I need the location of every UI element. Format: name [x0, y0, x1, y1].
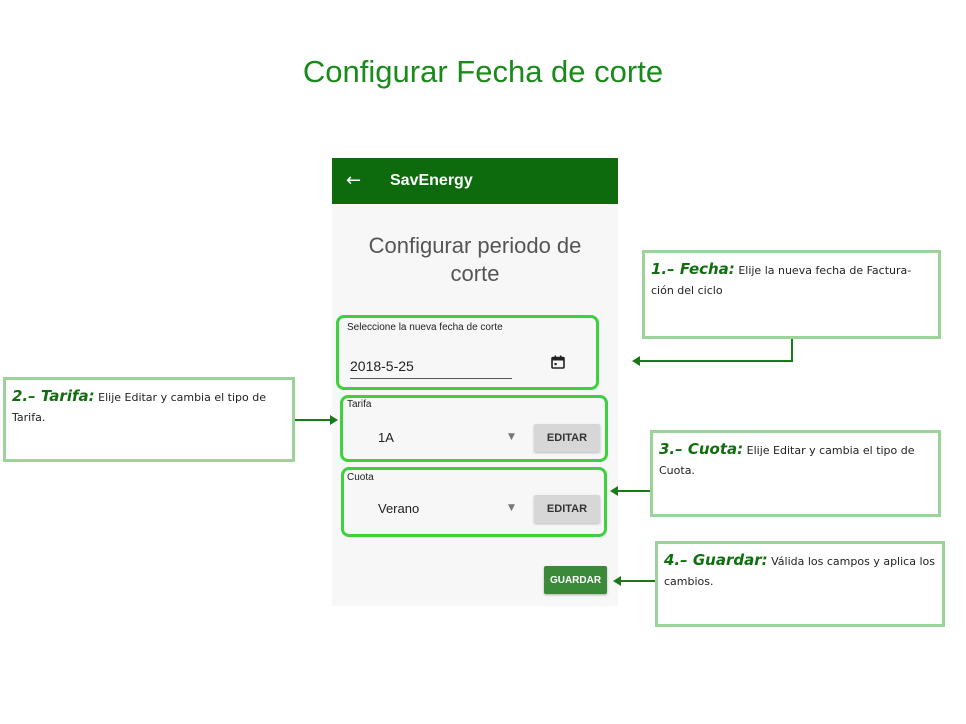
slide-title: Configurar Fecha de corte: [302, 54, 664, 89]
connector-line: [295, 419, 331, 421]
arrowhead: [613, 576, 621, 586]
callout-heading: 1.– Fecha:: [651, 260, 735, 278]
tarifa-highlight: [340, 395, 608, 462]
connector-line: [621, 580, 655, 582]
callout-heading: 4.– Guardar:: [664, 551, 768, 569]
date-highlight: [336, 315, 599, 390]
arrowhead: [610, 486, 618, 496]
callout-heading: 2.– Tarifa:: [12, 387, 95, 405]
screen-title: Configurar periodo de corte: [368, 233, 582, 286]
cuota-highlight: [341, 467, 607, 537]
callout-cuota: 3.– Cuota: Elije Editar y cambia el tipo…: [650, 430, 941, 517]
callout-tarifa: 2.– Tarifa: Elije Editar y cambia el tip…: [3, 377, 295, 462]
arrowhead: [632, 356, 640, 366]
arrowhead: [330, 415, 338, 425]
connector-line: [618, 490, 650, 492]
callout-heading: 3.– Cuota:: [659, 440, 744, 458]
arrow-left-icon[interactable]: ←: [346, 170, 361, 191]
connector-line: [640, 360, 793, 362]
callout-guardar: 4.– Guardar: Válida los campos y aplica …: [655, 541, 945, 627]
app-bar: ← SavEnergy: [332, 158, 618, 204]
app-title: SavEnergy: [390, 172, 473, 189]
callout-fecha: 1.– Fecha: Elije la nueva fecha de Factu…: [642, 250, 941, 339]
save-button[interactable]: GUARDAR: [544, 566, 607, 594]
connector-line: [791, 339, 793, 361]
